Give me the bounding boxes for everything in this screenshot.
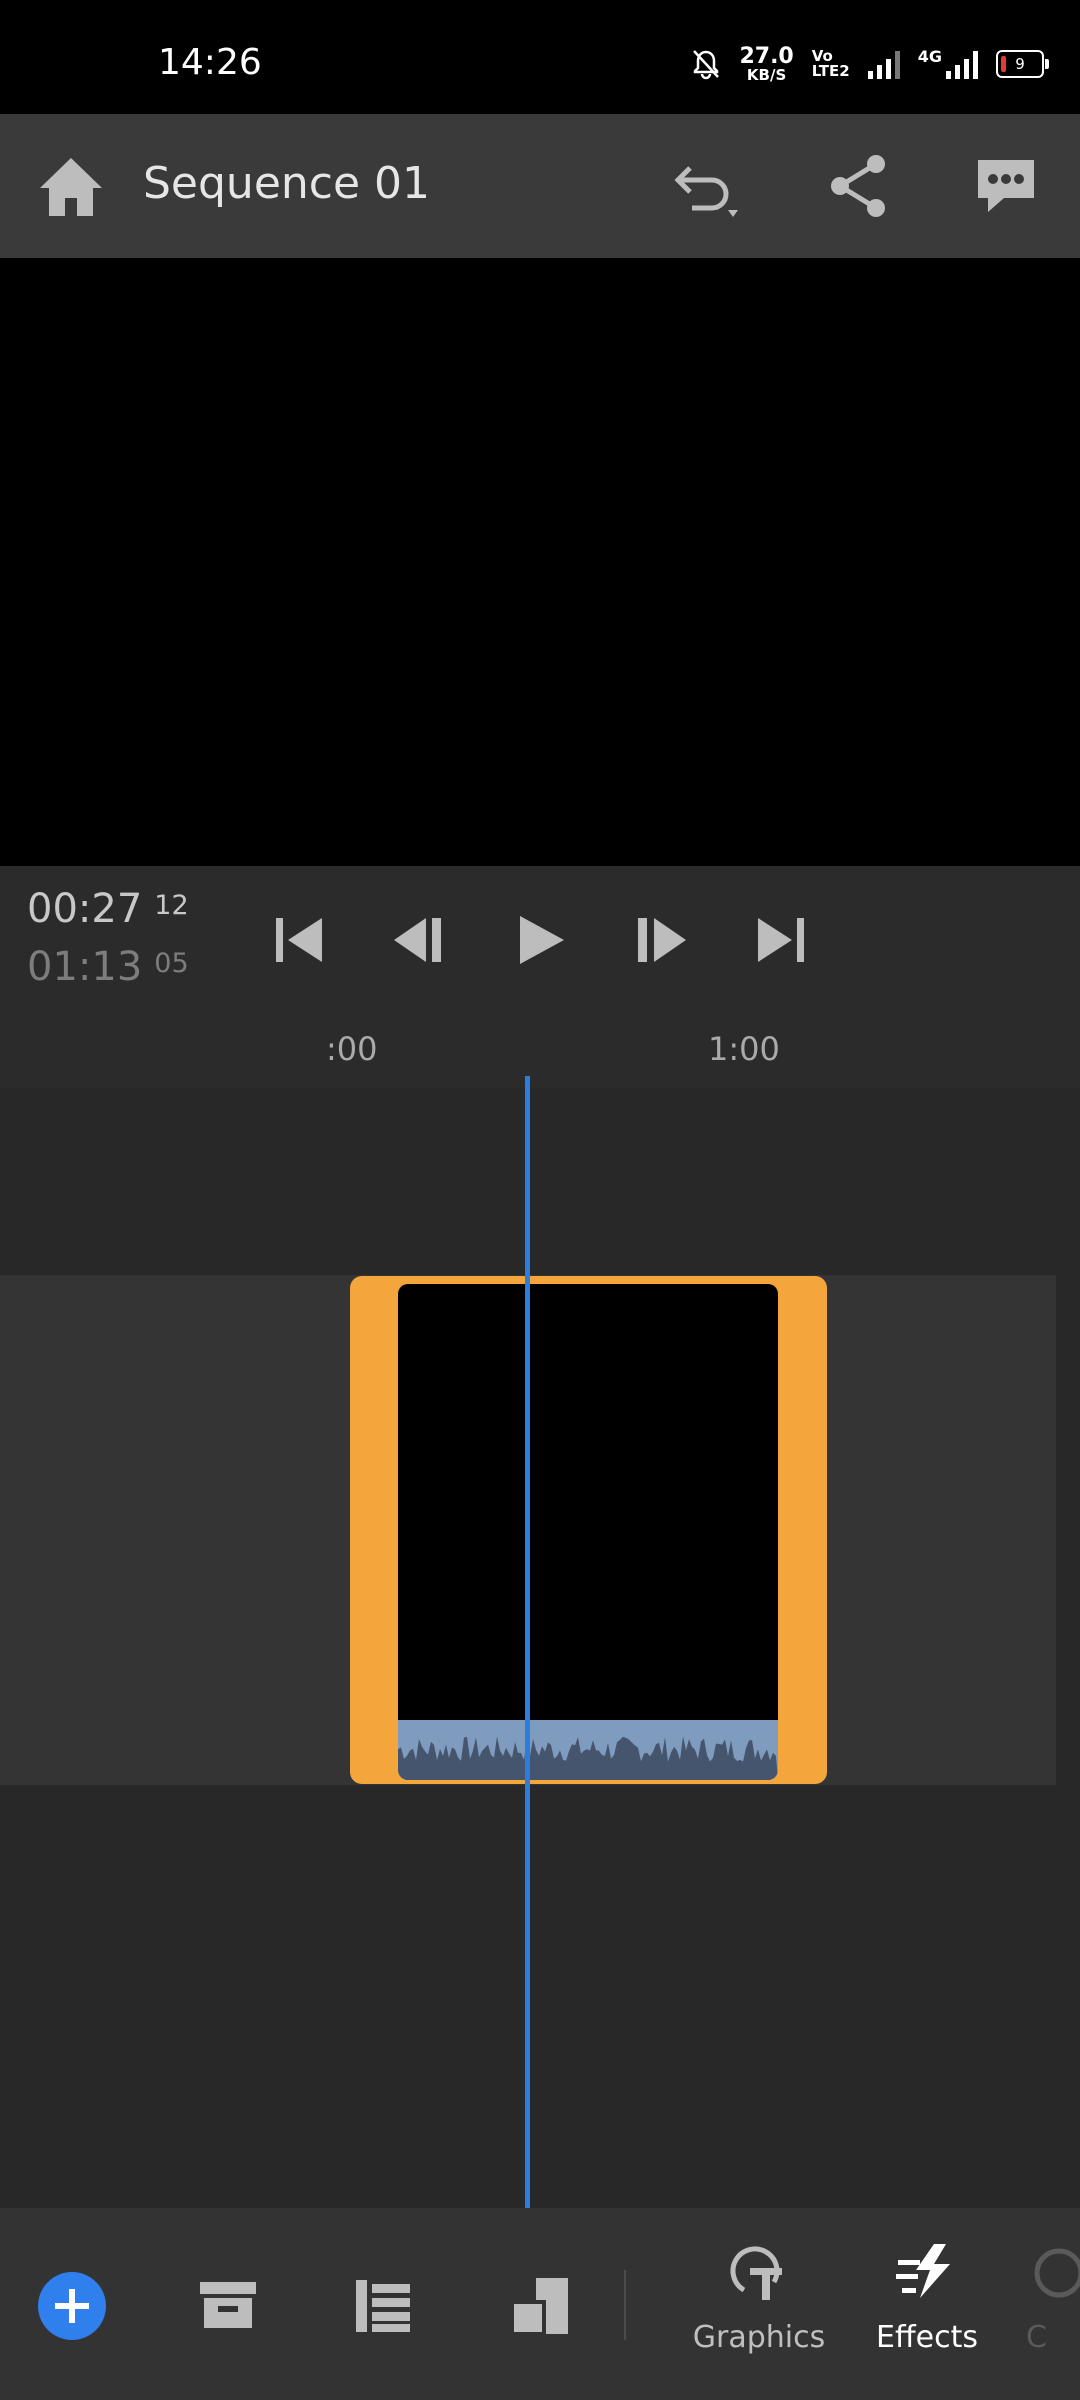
step-forward-icon[interactable] — [628, 908, 692, 972]
tool-effects[interactable]: Effects — [852, 2240, 1002, 2355]
ruler-mark-1-00: 1:00 — [708, 1030, 780, 1068]
graphics-icon — [730, 2246, 782, 2300]
media-box-icon[interactable] — [194, 2272, 262, 2340]
waveform-graphic — [398, 1720, 778, 1780]
transport-controls: 00:27 12 01:13 05 — [0, 866, 1080, 1008]
tool-graphics[interactable]: Graphics — [684, 2240, 834, 2355]
step-back-icon[interactable] — [388, 908, 452, 972]
video-preview[interactable] — [0, 258, 1080, 866]
battery-level: 9 — [1015, 55, 1025, 73]
aspect-ratio-icon[interactable] — [506, 2272, 574, 2340]
network-speed-unit: KB/S — [746, 65, 787, 84]
play-icon[interactable] — [508, 908, 572, 972]
add-icon[interactable] — [38, 2272, 106, 2340]
tool-color-label: C — [1026, 2320, 1047, 2355]
duration-frames: 05 — [154, 948, 189, 979]
network-type: 4G — [917, 47, 942, 66]
status-time: 14:26 — [158, 42, 262, 83]
mobile-data-icon: 4G — [918, 49, 978, 79]
undo-icon[interactable] — [668, 150, 740, 222]
playhead[interactable] — [525, 1076, 530, 2208]
status-icons: 27.0 KB/S Vo LTE2 4G 9 — [691, 42, 1049, 86]
bottom-toolbar: Graphics Effects C — [0, 2208, 1080, 2400]
ruler-mark-start: :00 — [326, 1030, 378, 1068]
sequence-title[interactable]: Sequence 01 — [143, 158, 430, 209]
clip-audio-waveform — [398, 1720, 778, 1780]
home-icon[interactable] — [36, 152, 106, 222]
mute-bell-icon — [693, 50, 720, 80]
timeline-ruler[interactable]: :00 1:00 — [0, 1008, 1080, 1088]
tool-graphics-label: Graphics — [692, 2320, 826, 2355]
effects-icon — [896, 2244, 950, 2298]
volte-bottom: LTE2 — [811, 62, 850, 80]
signal-bars-icon — [867, 49, 900, 79]
current-time: 00:27 — [27, 886, 143, 932]
current-timecode: 00:27 12 — [27, 886, 189, 932]
color-icon — [1034, 2248, 1080, 2298]
skip-to-end-icon[interactable] — [748, 908, 812, 972]
tool-color[interactable]: C — [1026, 2240, 1080, 2355]
battery-icon: 9 — [996, 50, 1049, 78]
selected-clip[interactable] — [350, 1276, 827, 1784]
duration-timecode: 01:13 05 — [27, 944, 189, 990]
share-icon[interactable] — [822, 150, 894, 222]
feedback-icon[interactable] — [970, 150, 1042, 222]
clip-video-thumbnail — [398, 1284, 778, 1720]
network-speed-value: 27.0 — [739, 43, 794, 69]
tool-effects-label: Effects — [876, 2320, 978, 2355]
app-header: Sequence 01 — [0, 114, 1080, 258]
duration-time: 01:13 — [27, 944, 143, 990]
toolbar-divider — [624, 2270, 626, 2340]
volte-indicator: Vo LTE2 — [812, 49, 850, 79]
status-bar: 14:26 27.0 KB/S Vo LTE2 4G 9 — [0, 0, 1080, 114]
network-speed: 27.0 KB/S — [739, 43, 794, 84]
skip-to-start-icon[interactable] — [268, 908, 332, 972]
current-frames: 12 — [154, 890, 189, 921]
list-icon[interactable] — [350, 2272, 418, 2340]
